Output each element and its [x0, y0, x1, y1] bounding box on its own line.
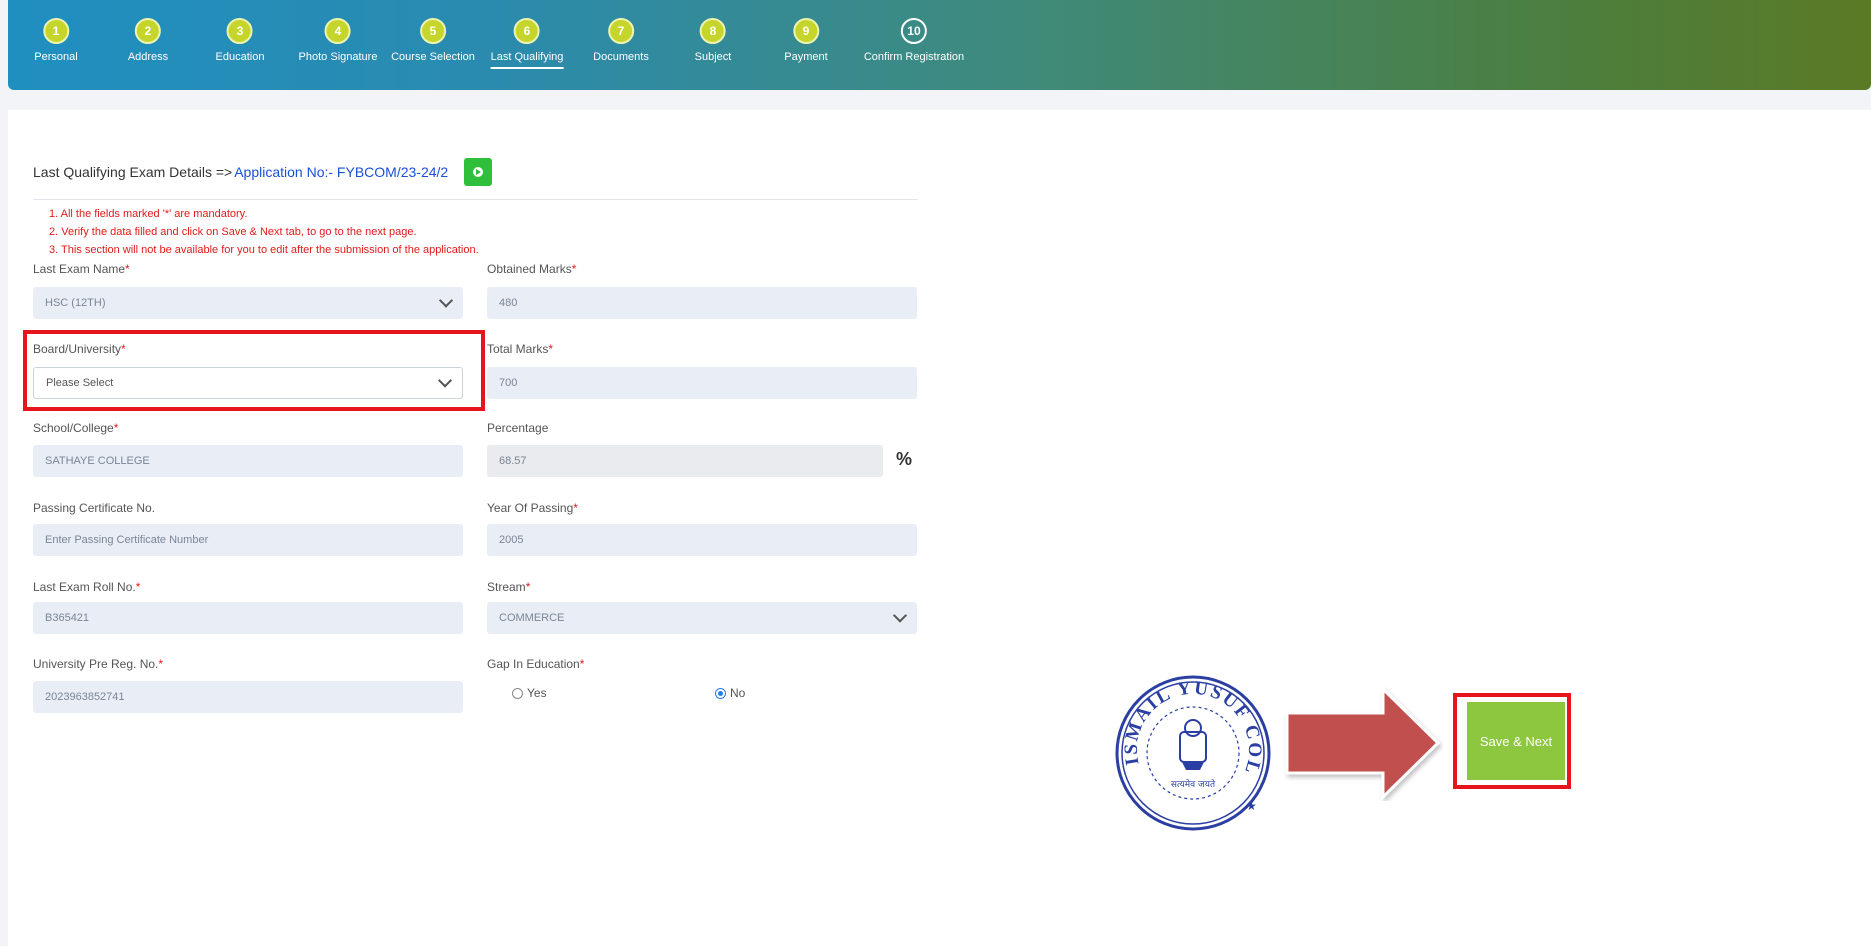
- college-seal: ISMAIL YUSUF COLLEGE सत्यमेव जयते ★: [1112, 672, 1271, 831]
- obtained-marks-value: 480: [499, 297, 518, 309]
- total-marks-label: Total Marks*: [487, 342, 554, 356]
- pre-reg-value: 2023963852741: [45, 691, 125, 703]
- last-exam-name-select[interactable]: HSC (12TH): [33, 287, 463, 319]
- year-of-passing-value: 2005: [499, 534, 524, 546]
- step-label: Address: [127, 51, 169, 63]
- passing-cert-label: Passing Certificate No.: [33, 501, 156, 515]
- pre-reg-label: University Pre Reg. No.*: [33, 657, 164, 671]
- obtained-marks-input[interactable]: 480: [487, 287, 917, 319]
- stream-label: Stream*: [487, 580, 531, 594]
- step-number: 7: [607, 18, 634, 44]
- step-label: Education: [215, 51, 265, 63]
- save-next-button[interactable]: Save & Next: [1467, 702, 1565, 780]
- step-confirm-registration[interactable]: 10 Confirm Registration: [864, 18, 964, 67]
- pre-reg-input[interactable]: 2023963852741: [33, 681, 463, 713]
- step-label: Documents: [593, 51, 649, 63]
- step-personal[interactable]: 1 Personal: [34, 18, 78, 67]
- percentage-value: 68.57: [499, 455, 527, 467]
- step-number: 5: [420, 18, 446, 44]
- roll-no-label: Last Exam Roll No.*: [33, 580, 141, 594]
- radio-circle: [512, 687, 523, 699]
- step-number: 9: [792, 18, 819, 44]
- total-marks-value: 700: [499, 377, 518, 389]
- percentage-label: Percentage: [487, 421, 549, 435]
- step-address[interactable]: 2 Address: [128, 18, 168, 67]
- step-label: Confirm Registration: [863, 51, 965, 63]
- school-college-label: School/College*: [33, 421, 119, 435]
- step-documents[interactable]: 7 Documents: [593, 18, 649, 67]
- step-subject[interactable]: 8 Subject: [694, 18, 732, 67]
- passing-cert-placeholder: Enter Passing Certificate Number: [45, 534, 209, 546]
- last-exam-name-value: HSC (12TH): [45, 297, 106, 309]
- stream-value: COMMERCE: [499, 612, 565, 624]
- chevron-down-icon: [438, 293, 454, 308]
- percentage-input: 68.57: [487, 445, 883, 477]
- step-label: Course Selection: [391, 51, 475, 63]
- step-label: Personal: [34, 51, 78, 63]
- obtained-marks-label: Obtained Marks*: [487, 262, 577, 276]
- total-marks-input[interactable]: 700: [487, 367, 917, 399]
- highlight-box-board: [23, 330, 485, 411]
- application-number: Application No:- FYBCOM/23-24/2: [234, 164, 449, 180]
- step-number: 2: [134, 18, 161, 44]
- instruction-line: 2. Verify the data filled and click on S…: [49, 226, 417, 238]
- roll-no-value: B365421: [45, 612, 90, 624]
- section-title: Last Qualifying Exam Details =>: [33, 164, 233, 180]
- step-label: Photo Signature: [298, 51, 378, 63]
- year-of-passing-input[interactable]: 2005: [487, 524, 917, 556]
- gap-yes-radio[interactable]: Yes: [512, 686, 547, 700]
- step-number: 8: [699, 18, 726, 44]
- last-exam-name-label: Last Exam Name*: [33, 262, 130, 276]
- play-circle-icon: [473, 167, 484, 177]
- step-label: Last Qualifying: [490, 51, 564, 69]
- step-photo-signature[interactable]: 4 Photo Signature: [298, 18, 378, 67]
- svg-text:★: ★: [1246, 799, 1257, 813]
- year-of-passing-label: Year Of Passing*: [487, 501, 578, 515]
- section-header: Last Qualifying Exam Details => Applicat…: [33, 158, 493, 186]
- step-number: 1: [42, 18, 69, 44]
- step-number: 10: [900, 18, 927, 44]
- percent-sign: %: [896, 449, 913, 469]
- radio-label: No: [730, 686, 746, 700]
- step-number: 4: [324, 18, 351, 44]
- school-college-value: SATHAYE COLLEGE: [45, 455, 150, 467]
- instruction-line: 1. All the fields marked '*' are mandato…: [49, 208, 248, 220]
- step-course-selection[interactable]: 5 Course Selection: [391, 18, 475, 67]
- step-number: 6: [513, 18, 540, 44]
- instructions: 1. All the fields marked '*' are mandato…: [49, 205, 479, 259]
- step-label: Payment: [784, 51, 828, 63]
- gap-label: Gap In Education*: [487, 657, 585, 671]
- school-college-input[interactable]: SATHAYE COLLEGE: [33, 445, 463, 477]
- go-button[interactable]: [464, 158, 493, 186]
- arrow-pointer: [1285, 685, 1441, 801]
- gap-no-radio[interactable]: No: [715, 686, 745, 700]
- divider: [33, 199, 918, 200]
- step-last-qualifying[interactable]: 6 Last Qualifying: [490, 18, 564, 69]
- step-number: 3: [227, 18, 253, 44]
- step-payment[interactable]: 9 Payment: [784, 18, 828, 67]
- progress-stepper: 1 Personal 2 Address 3 Education 4 Photo…: [8, 0, 1871, 90]
- step-education[interactable]: 3 Education: [215, 18, 265, 67]
- stream-select[interactable]: COMMERCE: [487, 602, 917, 634]
- passing-cert-input[interactable]: Enter Passing Certificate Number: [33, 524, 463, 556]
- chevron-down-icon: [892, 608, 908, 623]
- radio-label: Yes: [527, 686, 547, 700]
- instruction-line: 3. This section will not be available fo…: [49, 244, 479, 256]
- roll-no-input[interactable]: B365421: [33, 602, 463, 634]
- svg-text:सत्यमेव जयते: सत्यमेव जयते: [1171, 778, 1216, 790]
- radio-circle: [715, 687, 726, 699]
- step-label: Subject: [694, 51, 732, 63]
